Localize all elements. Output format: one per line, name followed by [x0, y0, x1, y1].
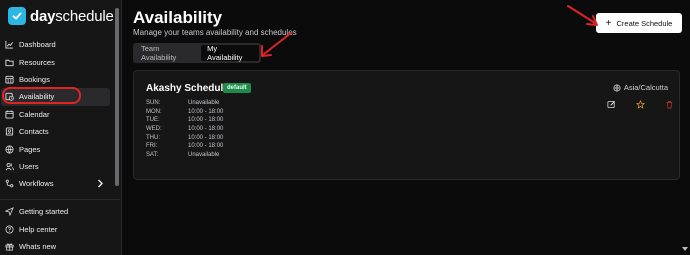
- star-icon[interactable]: [636, 100, 645, 109]
- annotation-arrow-tab: [261, 32, 292, 57]
- list-item: FRI: 10:00 - 18:00: [146, 143, 223, 152]
- tab-team-availability[interactable]: Team Availability: [135, 44, 201, 62]
- logo[interactable]: dayschedule: [8, 6, 114, 26]
- contacts-icon: [5, 127, 14, 136]
- day-hours: 10:00 - 18:00: [188, 108, 224, 115]
- scroll-down-arrow-icon[interactable]: [682, 244, 688, 252]
- globe-icon: [5, 145, 14, 154]
- availability-tabs: Team Availability My Availability: [133, 43, 261, 63]
- sidebar-item-resources[interactable]: Resources: [0, 53, 114, 70]
- workflow-icon: [5, 179, 14, 188]
- day-hours: 10:00 - 18:00: [188, 126, 224, 133]
- sidebar-item-getting-started[interactable]: Getting started: [0, 203, 114, 220]
- sidebar-item-bookings[interactable]: Bookings: [0, 71, 114, 88]
- create-schedule-button[interactable]: + Create Schedule: [596, 13, 682, 33]
- list-item: THU: 10:00 - 18:00: [146, 135, 223, 144]
- sidebar-item-label: Bookings: [19, 74, 50, 84]
- list-item: SAT: Unavailable: [146, 152, 223, 161]
- day-label: FRI:: [146, 143, 158, 150]
- sidebar-item-users[interactable]: Users: [0, 158, 114, 175]
- edit-icon[interactable]: [607, 100, 616, 109]
- sidebar-item-label: Getting started: [19, 207, 69, 217]
- sidebar-item-label: Workflows: [19, 179, 54, 189]
- sidebar-item-label: Pages: [19, 144, 41, 154]
- logo-check-icon: [8, 7, 26, 25]
- day-label: TUE:: [146, 117, 160, 124]
- day-label: MON:: [146, 108, 162, 115]
- help-icon: [5, 225, 14, 234]
- calendar-icon: [5, 110, 14, 119]
- default-badge: default: [223, 83, 251, 93]
- schedule-actions: [607, 100, 690, 109]
- globe-icon: [613, 83, 621, 92]
- sidebar-item-label: Calendar: [19, 109, 50, 119]
- trash-icon[interactable]: [665, 100, 674, 109]
- day-label: SAT:: [146, 152, 159, 159]
- sidebar-item-label: Dashboard: [19, 40, 56, 50]
- chevron-right-icon[interactable]: [96, 179, 104, 188]
- tab-my-availability[interactable]: My Availability: [201, 44, 259, 62]
- sidebar-scrollbar[interactable]: [115, 8, 119, 186]
- timezone: Asia/Calcutta: [613, 83, 668, 92]
- sidebar-item-label: Whats new: [19, 241, 57, 251]
- sidebar: dayschedule Dashboard Resources Bookings…: [0, 0, 122, 255]
- sidebar-item-pages[interactable]: Pages: [0, 140, 114, 157]
- day-hours: 10:00 - 18:00: [188, 134, 224, 141]
- day-label: SUN:: [146, 100, 161, 106]
- create-schedule-label: Create Schedule: [616, 18, 673, 28]
- sidebar-item-contacts[interactable]: Contacts: [0, 123, 114, 140]
- sidebar-item-label: Resources: [19, 57, 55, 67]
- sidebar-item-label: Users: [19, 161, 39, 171]
- sidebar-item-workflows[interactable]: Workflows: [0, 175, 114, 192]
- sidebar-divider: [0, 199, 120, 200]
- schedule-card[interactable]: Akashy Schedule default Asia/Calcutta SU…: [133, 70, 680, 180]
- day-label: WED:: [146, 126, 162, 133]
- schedule-name: Akashy Schedule: [146, 83, 229, 94]
- day-hours: Unavailable: [188, 100, 220, 106]
- list-item: TUE: 10:00 - 18:00: [146, 117, 223, 126]
- plus-icon: +: [605, 17, 612, 29]
- folder-icon: [5, 58, 14, 67]
- chart-icon: [5, 40, 14, 49]
- send-icon: [5, 207, 14, 217]
- day-hours: 10:00 - 18:00: [188, 117, 224, 124]
- day-hours: 10:00 - 18:00: [188, 143, 224, 150]
- timezone-label: Asia/Calcutta: [623, 83, 668, 92]
- logo-text: dayschedule: [30, 7, 114, 25]
- sidebar-item-whats-new[interactable]: Whats new: [0, 238, 114, 255]
- gift-icon: [5, 242, 14, 251]
- list-item: WED: 10:00 - 18:00: [146, 126, 223, 135]
- sidebar-item-help-center[interactable]: Help center: [0, 220, 114, 237]
- sidebar-item-dashboard[interactable]: Dashboard: [0, 36, 114, 53]
- sidebar-item-label: Help center: [19, 224, 58, 234]
- schedule-days: SUN: Unavailable MON: 10:00 - 18:00 TUE: 10…: [146, 100, 223, 161]
- annotation-circle: [2, 87, 81, 104]
- page-title: Availability: [133, 8, 223, 27]
- list-item: MON: 10:00 - 18:00: [146, 109, 223, 118]
- sidebar-item-label: Contacts: [19, 127, 49, 137]
- list-item: SUN: Unavailable: [146, 100, 223, 109]
- sidebar-nav: Dashboard Resources Bookings Availabilit…: [0, 36, 114, 193]
- annotation-arrow-create: [567, 5, 598, 26]
- sidebar-bottom-nav: Getting started Help center Whats new: [0, 203, 114, 255]
- calendar-grid-icon: [5, 75, 14, 84]
- users-icon: [5, 162, 14, 171]
- day-hours: Unavailable: [188, 152, 220, 159]
- day-label: THU:: [146, 134, 160, 141]
- sidebar-item-calendar[interactable]: Calendar: [0, 106, 114, 123]
